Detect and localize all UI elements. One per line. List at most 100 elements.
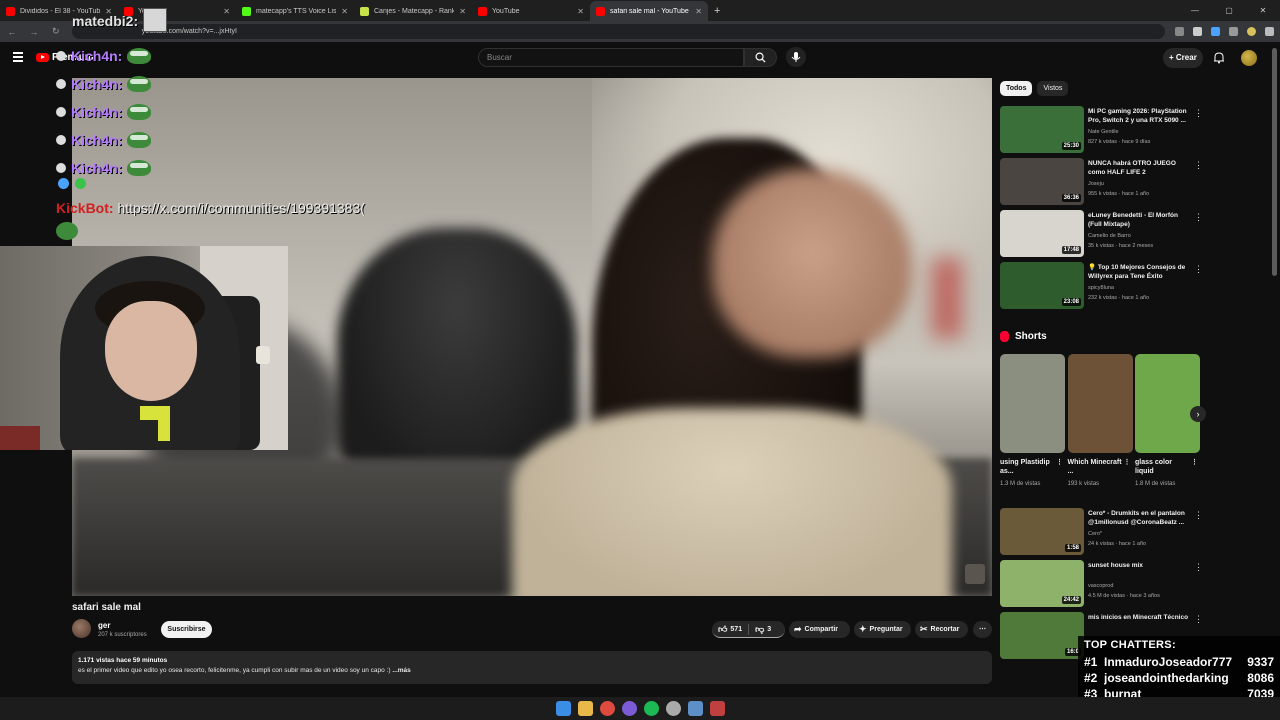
file-explorer-icon[interactable] xyxy=(578,701,593,716)
short-title[interactable]: glass color liquid xyxy=(1135,458,1190,476)
video-thumbnail[interactable]: 25:30 xyxy=(1000,106,1084,153)
video-channel[interactable]: Nate Gentile xyxy=(1088,129,1119,135)
chatter-count: 9337 xyxy=(1247,655,1274,669)
chat-username: Kich4n: xyxy=(71,48,123,64)
more-actions-button[interactable]: ⋯ xyxy=(973,621,992,638)
recommended-video[interactable]: 36:36 NUNCA habrá OTRO JUEGO como HALF LI… xyxy=(1000,158,1203,206)
obs-icon[interactable] xyxy=(622,701,637,716)
short-thumbnail[interactable] xyxy=(1000,354,1065,453)
video-thumbnail[interactable]: 1:58 xyxy=(1000,508,1084,555)
video-channel[interactable]: Joseju xyxy=(1088,181,1104,187)
chip-all[interactable]: Todos xyxy=(1000,81,1033,96)
profile-icon[interactable] xyxy=(1247,27,1257,36)
search-button[interactable] xyxy=(744,48,777,67)
more-options-icon[interactable]: ⋮ xyxy=(1194,510,1203,521)
more-options-icon[interactable]: ⋮ xyxy=(1194,562,1203,573)
description-more-link[interactable]: ...más xyxy=(391,667,410,674)
extensions-puzzle-icon[interactable] xyxy=(1229,27,1239,36)
recommended-video[interactable]: 25:30 Mi PC gaming 2026: PlayStation Pro,… xyxy=(1000,106,1203,154)
more-options-icon[interactable]: ⋮ xyxy=(1194,212,1203,223)
video-channel[interactable]: Cero* xyxy=(1088,531,1102,537)
clip-button[interactable]: ✂ Recortar xyxy=(915,621,968,638)
tab-close-icon[interactable]: ✕ xyxy=(459,7,466,16)
video-channel[interactable]: vascoprod xyxy=(1088,583,1113,589)
app-icon[interactable] xyxy=(666,701,681,716)
tab-close-icon[interactable]: ✕ xyxy=(695,7,702,16)
cast-icon[interactable] xyxy=(1175,27,1185,36)
shorts-next-button[interactable]: › xyxy=(1190,406,1206,422)
menu-icon[interactable] xyxy=(1265,27,1275,36)
chip-watched[interactable]: Vistos xyxy=(1037,81,1069,96)
video-thumbnail[interactable]: 23:08 xyxy=(1000,262,1084,309)
chat-badge-icon xyxy=(56,135,66,145)
ask-button[interactable]: ✦ Preguntar xyxy=(854,621,911,638)
create-button[interactable]: + Crear xyxy=(1163,48,1203,68)
frog-emote-icon xyxy=(127,76,152,92)
video-thumbnail[interactable]: 17:48 xyxy=(1000,210,1084,257)
forward-icon[interactable]: → xyxy=(28,27,40,37)
description-box[interactable]: 1.171 vistas hace 59 minutos es el prime… xyxy=(72,651,992,684)
video-title-link[interactable]: NUNCA habrá OTRO JUEGO como HALF LIFE 2 xyxy=(1088,159,1190,177)
channel-avatar[interactable] xyxy=(72,619,91,638)
chrome-icon[interactable] xyxy=(600,701,615,716)
short-views: 1.3 M de vistas xyxy=(1000,481,1041,487)
browser-tab[interactable]: safari sale mal - YouTube ✕ xyxy=(590,1,708,21)
webcam-lamp xyxy=(256,346,270,364)
maximize-icon[interactable]: ▢ xyxy=(1212,0,1246,21)
page-scrollbar[interactable] xyxy=(1272,48,1277,276)
more-options-icon[interactable]: ⋮ xyxy=(1191,458,1246,467)
account-avatar[interactable] xyxy=(1241,50,1257,66)
video-title-link[interactable]: sunset house mix xyxy=(1088,561,1190,570)
start-menu-icon[interactable] xyxy=(556,701,571,716)
recommended-video[interactable]: 1:58 Cero* - Drumkits en el pantalon @1mi… xyxy=(1000,508,1203,556)
recording-app-icon[interactable] xyxy=(710,701,725,716)
extension-icon[interactable] xyxy=(1211,27,1221,36)
recommended-video[interactable]: 17:48 eLuney Benedetti - El Morfón (Full … xyxy=(1000,210,1203,258)
more-options-icon[interactable]: ⋮ xyxy=(1194,160,1203,171)
short-thumbnail[interactable] xyxy=(1135,354,1200,453)
top-chatter-row: #2 joseandointhedarking 8086 xyxy=(1084,670,1274,686)
spotify-icon[interactable] xyxy=(644,701,659,716)
subscriber-count: 207 k suscriptores xyxy=(98,632,147,638)
recommended-video[interactable]: 24:42 sunset house mix vascoprod 4.5 M de v… xyxy=(1000,560,1203,608)
new-tab-icon[interactable]: + xyxy=(708,1,726,21)
voice-search-button[interactable] xyxy=(786,47,806,67)
video-thumbnail[interactable]: 16:0 xyxy=(1000,612,1084,659)
close-window-icon[interactable]: ✕ xyxy=(1246,0,1280,21)
more-options-icon[interactable]: ⋮ xyxy=(1194,614,1203,625)
search-input[interactable]: Buscar xyxy=(478,48,744,67)
video-title-link[interactable]: Mi PC gaming 2026: PlayStation Pro, Swit… xyxy=(1088,107,1190,125)
hamburger-menu-icon[interactable] xyxy=(13,52,23,64)
tab-label: YouTube xyxy=(492,7,520,15)
steam-icon[interactable] xyxy=(688,701,703,716)
subscribe-button[interactable]: Suscribirse xyxy=(161,621,212,638)
dislike-button[interactable]: 👎︎ 3 xyxy=(749,621,777,638)
video-title-link[interactable]: 💡 Top 10 Mejores Consejos de Willyrex pa… xyxy=(1088,263,1190,281)
top-chatters-title: TOP CHATTERS: xyxy=(1084,639,1176,651)
short-thumbnail[interactable] xyxy=(1067,354,1133,453)
like-dislike-group: 👍︎ 571 👎︎ 3 xyxy=(712,621,785,638)
short-title[interactable]: using Plastidip as... xyxy=(1000,458,1055,476)
browser-tab[interactable]: YouTube ✕ xyxy=(472,1,590,21)
more-options-icon[interactable]: ⋮ xyxy=(1194,264,1203,275)
tab-close-icon[interactable]: ✕ xyxy=(577,7,584,16)
filter-chips: Todos Vistos xyxy=(1000,81,1069,96)
back-icon[interactable]: ← xyxy=(6,27,18,37)
more-options-icon[interactable]: ⋮ xyxy=(1194,108,1203,119)
share-button[interactable]: ➦ Compartir xyxy=(789,621,850,638)
video-title-link[interactable]: eLuney Benedetti - El Morfón (Full Mixta… xyxy=(1088,211,1190,229)
video-title-link[interactable]: mis inicios en Minecraft Técnico xyxy=(1088,613,1190,622)
like-button[interactable]: 👍︎ 571 xyxy=(712,621,748,638)
short-title[interactable]: Which Minecraft ... xyxy=(1068,458,1123,476)
video-thumbnail[interactable]: 36:36 xyxy=(1000,158,1084,205)
video-channel[interactable]: Camelio de Barro xyxy=(1088,233,1131,239)
minimize-icon[interactable]: — xyxy=(1178,0,1212,21)
bookmark-star-icon[interactable] xyxy=(1193,27,1203,36)
notifications-bell-icon[interactable] xyxy=(1213,51,1225,64)
video-channel[interactable]: spicy8luna xyxy=(1088,285,1114,291)
video-title-link[interactable]: Cero* - Drumkits en el pantalon @1millon… xyxy=(1088,509,1190,527)
channel-name[interactable]: ger xyxy=(98,621,110,630)
video-thumbnail[interactable]: 24:42 xyxy=(1000,560,1084,607)
top-chatter-row: #1 InmaduroJoseador777 9337 xyxy=(1084,654,1274,670)
recommended-video[interactable]: 23:08 💡 Top 10 Mejores Consejos de Willyr… xyxy=(1000,262,1203,310)
